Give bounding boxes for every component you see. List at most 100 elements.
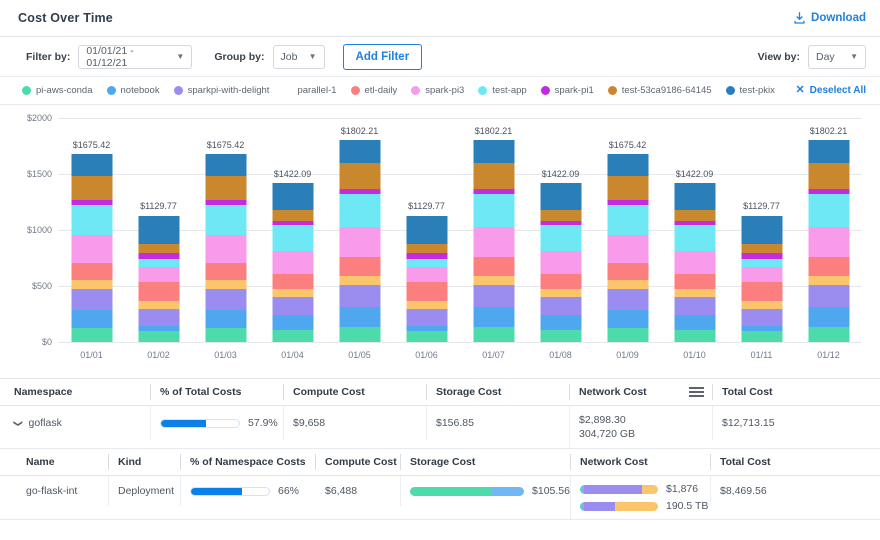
bar-segment-sparkpi-with-delight[interactable]	[272, 296, 313, 315]
bar-segment-notebook[interactable]	[71, 310, 112, 329]
bar-segment-sparkpi-with-delight[interactable]	[808, 284, 849, 308]
bar-segment-parallel-1[interactable]	[205, 280, 246, 289]
stacked-bar[interactable]	[674, 182, 715, 342]
bar-segment-test-app[interactable]	[272, 225, 313, 251]
bar-segment-notebook[interactable]	[808, 307, 849, 327]
bar-segment-sparkpi-with-delight[interactable]	[674, 296, 715, 315]
chart-bar-column[interactable]: $1675.42 01/03	[192, 118, 259, 360]
bar-segment-test-pkix[interactable]	[272, 182, 313, 210]
bar-segment-sparkpi-with-delight[interactable]	[138, 308, 179, 326]
bar-segment-test-app[interactable]	[540, 225, 581, 251]
legend-item-spark-pi3[interactable]: spark-pi3	[411, 85, 464, 96]
bar-segment-notebook[interactable]	[674, 314, 715, 330]
bar-segment-test-app[interactable]	[473, 194, 514, 227]
bar-segment-sparkpi-with-delight[interactable]	[71, 288, 112, 311]
bar-segment-test-53ca9186-64145[interactable]	[473, 162, 514, 189]
bar-segment-sparkpi-with-delight[interactable]	[339, 284, 380, 308]
group-by-select[interactable]: Job ▼	[272, 44, 325, 69]
bar-segment-spark-pi3[interactable]	[138, 267, 179, 282]
bar-segment-test-53ca9186-64145[interactable]	[339, 162, 380, 189]
bar-segment-test-pkix[interactable]	[473, 140, 514, 163]
bar-segment-test-53ca9186-64145[interactable]	[741, 243, 782, 254]
bar-segment-sparkpi-with-delight[interactable]	[205, 288, 246, 311]
bar-segment-test-app[interactable]	[138, 259, 179, 268]
legend-item-pi-aws-conda[interactable]: pi-aws-conda	[22, 85, 93, 96]
date-range-select[interactable]: 01/01/21 - 01/12/21 ▼	[78, 44, 193, 69]
legend-item-etl-daily[interactable]: etl-daily	[350, 85, 397, 96]
bar-segment-etl-daily[interactable]	[808, 256, 849, 276]
bar-segment-pi-aws-conda[interactable]	[540, 329, 581, 342]
chart-bar-column[interactable]: $1422.09 01/10	[661, 118, 728, 360]
stacked-bar[interactable]	[473, 140, 514, 342]
bar-segment-test-pkix[interactable]	[205, 154, 246, 177]
bar-segment-pi-aws-conda[interactable]	[473, 326, 514, 342]
chart-bar-column[interactable]: $1422.09 01/04	[259, 118, 326, 360]
bar-segment-notebook[interactable]	[540, 314, 581, 330]
bar-segment-parallel-1[interactable]	[674, 289, 715, 297]
bar-segment-spark-pi3[interactable]	[473, 226, 514, 257]
bar-segment-spark-pi3[interactable]	[406, 267, 447, 282]
bar-segment-parallel-1[interactable]	[272, 289, 313, 297]
bar-segment-pi-aws-conda[interactable]	[808, 326, 849, 342]
bar-segment-sparkpi-with-delight[interactable]	[540, 296, 581, 315]
bar-segment-etl-daily[interactable]	[473, 256, 514, 276]
bar-segment-pi-aws-conda[interactable]	[406, 330, 447, 342]
bar-segment-spark-pi3[interactable]	[71, 235, 112, 263]
column-header-kind[interactable]: Kind	[108, 449, 180, 475]
legend-item-test-app[interactable]: test-app	[478, 85, 527, 96]
bar-segment-test-pkix[interactable]	[674, 182, 715, 210]
bar-segment-pi-aws-conda[interactable]	[674, 329, 715, 342]
chart-bar-column[interactable]: $1129.77 01/06	[393, 118, 460, 360]
stacked-bar[interactable]	[272, 182, 313, 342]
bar-segment-test-pkix[interactable]	[808, 140, 849, 163]
bar-segment-parallel-1[interactable]	[406, 301, 447, 309]
legend-item-test-53ca9186-64145[interactable]: test-53ca9186-64145	[607, 85, 712, 96]
bar-segment-parallel-1[interactable]	[138, 301, 179, 309]
bar-segment-etl-daily[interactable]	[674, 273, 715, 290]
bar-segment-test-53ca9186-64145[interactable]	[138, 243, 179, 254]
bar-segment-etl-daily[interactable]	[741, 281, 782, 302]
bar-segment-parallel-1[interactable]	[607, 280, 648, 289]
legend-item-notebook[interactable]: notebook	[106, 85, 160, 96]
bar-segment-notebook[interactable]	[607, 310, 648, 329]
bar-segment-spark-pi3[interactable]	[272, 250, 313, 274]
bar-segment-spark-pi3[interactable]	[741, 267, 782, 282]
stacked-bar[interactable]	[138, 215, 179, 342]
stacked-bar[interactable]	[540, 182, 581, 342]
column-header-compute-cost[interactable]: Compute Cost	[315, 449, 400, 475]
bar-segment-notebook[interactable]	[473, 307, 514, 327]
bar-segment-test-53ca9186-64145[interactable]	[406, 243, 447, 254]
view-by-select[interactable]: Day ▼	[808, 44, 866, 69]
stacked-bar[interactable]	[71, 154, 112, 342]
column-header-network-cost[interactable]: Network Cost	[569, 379, 712, 405]
bar-segment-pi-aws-conda[interactable]	[339, 326, 380, 342]
namespace-row[interactable]: ❯ goflask 57.9% $9,658 $156.85 $2,898.30 304,7…	[0, 406, 880, 449]
bar-segment-parallel-1[interactable]	[71, 280, 112, 289]
bar-segment-parallel-1[interactable]	[808, 275, 849, 285]
bar-segment-etl-daily[interactable]	[540, 273, 581, 290]
stacked-bar[interactable]	[205, 154, 246, 342]
bar-segment-spark-pi3[interactable]	[607, 235, 648, 263]
stacked-bar[interactable]	[406, 215, 447, 342]
bar-segment-notebook[interactable]	[205, 310, 246, 329]
bar-segment-etl-daily[interactable]	[71, 262, 112, 281]
bar-segment-pi-aws-conda[interactable]	[272, 329, 313, 342]
bar-segment-etl-daily[interactable]	[406, 281, 447, 302]
bar-segment-spark-pi3[interactable]	[205, 235, 246, 263]
legend-item-spark-pi1[interactable]: spark-pi1	[540, 85, 594, 96]
bar-segment-test-app[interactable]	[339, 194, 380, 227]
column-header-total-cost[interactable]: Total Cost	[710, 449, 880, 475]
bar-segment-test-53ca9186-64145[interactable]	[205, 176, 246, 201]
bar-segment-test-53ca9186-64145[interactable]	[607, 176, 648, 201]
bar-segment-sparkpi-with-delight[interactable]	[406, 308, 447, 326]
bar-segment-test-app[interactable]	[674, 225, 715, 251]
chart-bar-column[interactable]: $1129.77 01/11	[728, 118, 795, 360]
chart-bar-column[interactable]: $1129.77 01/02	[125, 118, 192, 360]
bar-segment-test-pkix[interactable]	[741, 215, 782, 244]
bar-segment-spark-pi3[interactable]	[808, 226, 849, 257]
chart-bar-column[interactable]: $1422.09 01/08	[527, 118, 594, 360]
bar-segment-test-53ca9186-64145[interactable]	[808, 162, 849, 189]
resource-row[interactable]: go-flask-int Deployment 66% $6,488 $105.56 $1…	[0, 476, 880, 520]
bar-segment-etl-daily[interactable]	[205, 262, 246, 281]
bar-segment-test-app[interactable]	[71, 205, 112, 236]
